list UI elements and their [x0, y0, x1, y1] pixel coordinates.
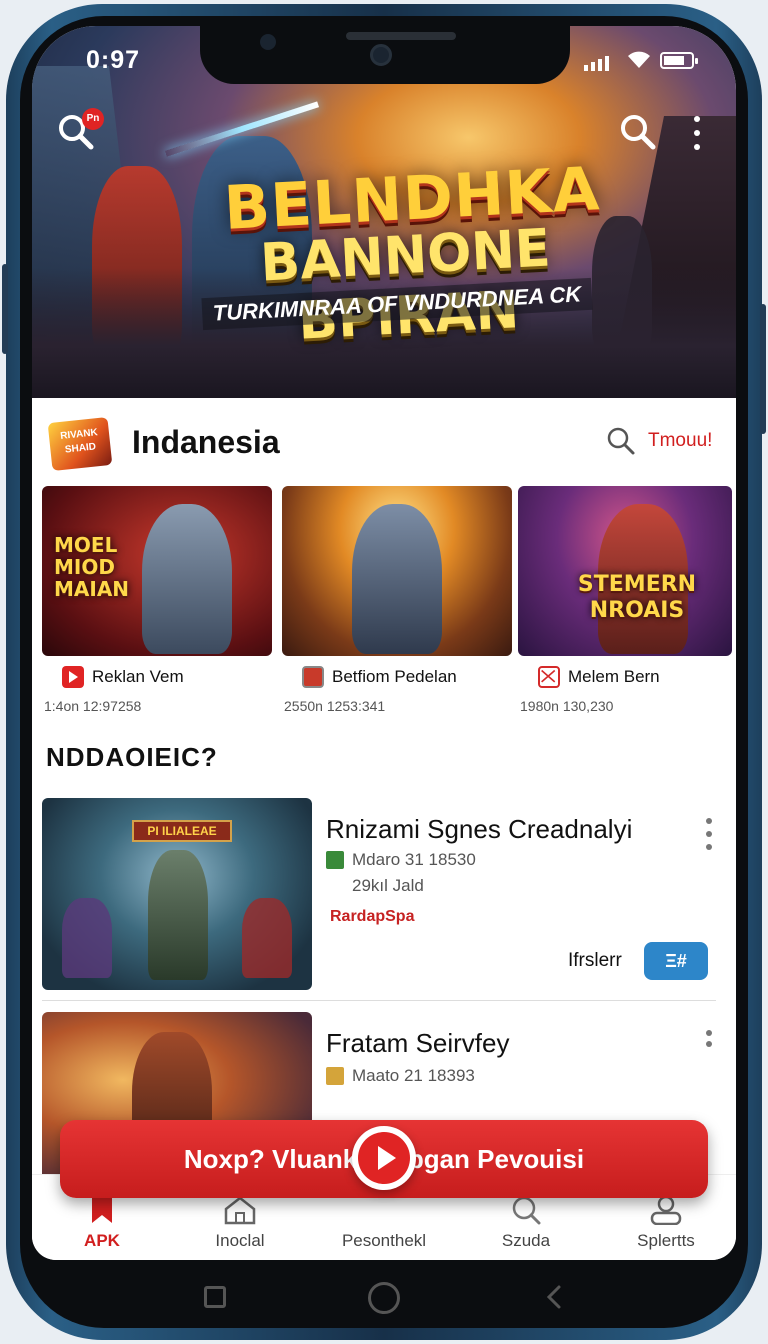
search-icon [512, 1196, 541, 1225]
power-button [760, 304, 766, 434]
card-title: Melem Bern [538, 666, 736, 688]
play-button[interactable] [352, 1126, 416, 1190]
card-meta: 1980n 130,230 [520, 698, 614, 714]
list-meta: Maato 21 18393 [326, 1066, 475, 1086]
more-vert-icon[interactable] [690, 116, 704, 150]
list-size: 29kıl Jald [352, 876, 424, 895]
brand-tag: RardapSpa [330, 908, 415, 925]
card-meta: 2550n 1253:341 [284, 698, 386, 714]
divider [42, 1000, 716, 1001]
section-title: Indanesia [132, 424, 280, 460]
card-thumbnail: MOEL MIOD MAIAN [42, 486, 272, 656]
search-icon[interactable] [606, 426, 636, 456]
nav-label: Szuda [501, 1231, 551, 1250]
card-meta: 1:4on 12:97258 [44, 698, 142, 714]
app-icon [302, 666, 324, 688]
mail-icon [538, 666, 560, 688]
card-thumbnail [282, 486, 512, 656]
card-title-text: Reklan Vem [92, 667, 184, 686]
list-title: Rnizami Sgnes Creadnalyi [326, 814, 633, 844]
game-card[interactable]: Betfiom Pedelan 2550n 1253:341 [282, 486, 512, 714]
section-header: RIVANK SHAID Indanesia Tmouu! [32, 398, 736, 482]
system-nav-bar [0, 1262, 768, 1322]
screen: BELNDHKA BANNONE BPIRAN TURKIMNRAA OF VN… [32, 26, 736, 1260]
more-vert-icon[interactable] [706, 818, 714, 850]
nav-label: APK [84, 1231, 120, 1250]
profile-icon [650, 1195, 682, 1225]
list-meta-text: Mdaro 31 18530 [352, 850, 476, 869]
card-title: Reklan Vem [62, 666, 282, 688]
card-overlay-text: MOEL MIOD MAIAN [54, 533, 130, 601]
home-icon [224, 1196, 256, 1225]
battery-icon [660, 52, 698, 69]
game-card[interactable]: MOEL MIOD MAIAN Reklan Vem 1:4on 12:9725… [42, 486, 272, 714]
list-meta-text: Maato 21 18393 [352, 1066, 475, 1085]
search-icon[interactable] [618, 112, 658, 152]
nav-label: Splertts [637, 1231, 695, 1250]
card-carousel: MOEL MIOD MAIAN Reklan Vem 1:4on 12:9725… [42, 486, 732, 726]
list-banner: PI ILIALEAE [132, 820, 232, 842]
dev-icon [326, 851, 344, 869]
list-item[interactable]: PI ILIALEAE Rnizami Sgnes Creadnalyi Mda… [42, 798, 726, 992]
card-overlay-text: STEMERN NROAIS [577, 572, 697, 623]
list-title: Fratam Seirvfey [326, 1028, 510, 1058]
section-action-link[interactable]: Tmouu! [648, 430, 712, 452]
app-logo[interactable]: RIVANK SHAID [47, 416, 113, 472]
app-icon [62, 666, 84, 688]
more-vert-icon[interactable] [706, 1030, 714, 1047]
install-button[interactable]: Ξ# [644, 942, 708, 980]
card-title-text: Betfiom Pedelan [332, 667, 457, 686]
install-label: Ifrslerr [568, 950, 622, 971]
notch [200, 26, 570, 84]
volume-button [2, 264, 8, 354]
wifi-icon [628, 51, 650, 68]
home-button-icon[interactable] [368, 1282, 400, 1314]
card-thumbnail: STEMERN NROAIS [518, 486, 732, 656]
nav-label: Pesonthekl [341, 1231, 427, 1250]
back-icon[interactable] [544, 1284, 564, 1310]
bookmark-icon [92, 1197, 112, 1223]
list-thumbnail: PI ILIALEAE [42, 798, 312, 990]
status-time: 0:97 [86, 46, 141, 74]
recents-icon[interactable] [204, 1286, 226, 1308]
signal-icon [584, 56, 609, 71]
list-meta: Mdaro 31 18530 [326, 850, 476, 870]
status-bar: 0:97 [32, 26, 736, 92]
card-title: Betfiom Pedelan [302, 666, 522, 688]
dev-icon [326, 1067, 344, 1085]
game-card[interactable]: STEMERN NROAIS Melem Bern 1980n 130,230 [518, 486, 732, 714]
card-title-text: Melem Bern [568, 667, 660, 686]
notification-badge: Pn [82, 108, 104, 130]
nav-label: Inoclal [215, 1231, 265, 1250]
section-title: NDDAOIEIC? [46, 742, 218, 772]
